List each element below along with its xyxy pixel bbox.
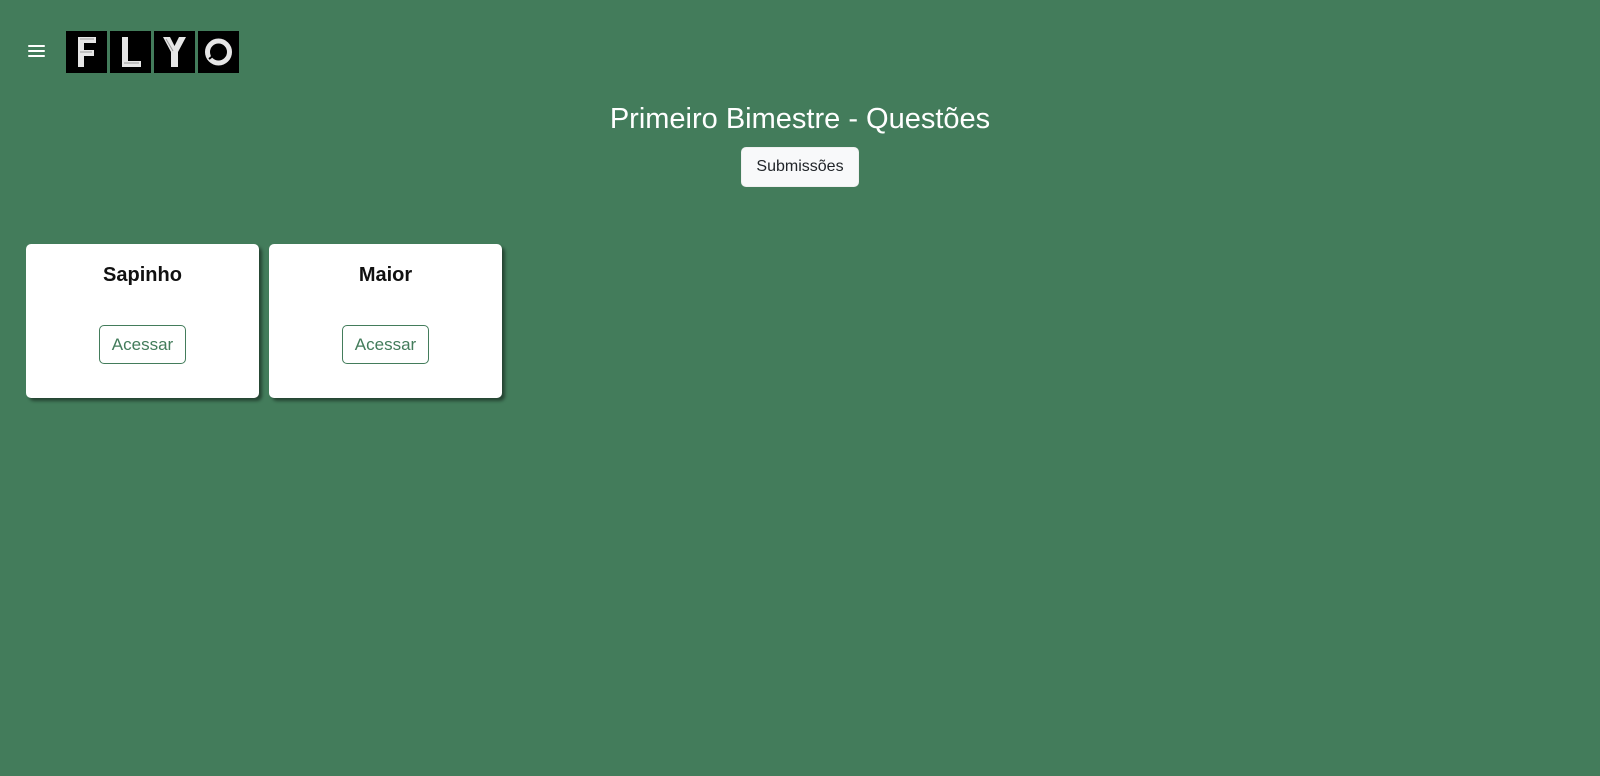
logo-tile-f [66, 31, 107, 73]
top-bar [0, 0, 1600, 100]
access-button[interactable]: Acessar [342, 325, 429, 364]
logo-tile-l [110, 31, 151, 73]
card-title: Sapinho [103, 264, 182, 286]
logo-tile-y [154, 31, 195, 73]
submissions-button[interactable]: Submissões [741, 147, 859, 187]
flyo-logo[interactable] [66, 31, 239, 73]
logo-tile-o [198, 31, 239, 73]
question-card-maior: Maior Acessar [269, 244, 502, 398]
question-card-sapinho: Sapinho Acessar [26, 244, 259, 398]
access-button[interactable]: Acessar [99, 325, 186, 364]
hamburger-menu-icon[interactable] [26, 42, 48, 60]
card-title: Maior [358, 264, 413, 286]
page-title: Primeiro Bimestre - Questões [609, 103, 991, 135]
